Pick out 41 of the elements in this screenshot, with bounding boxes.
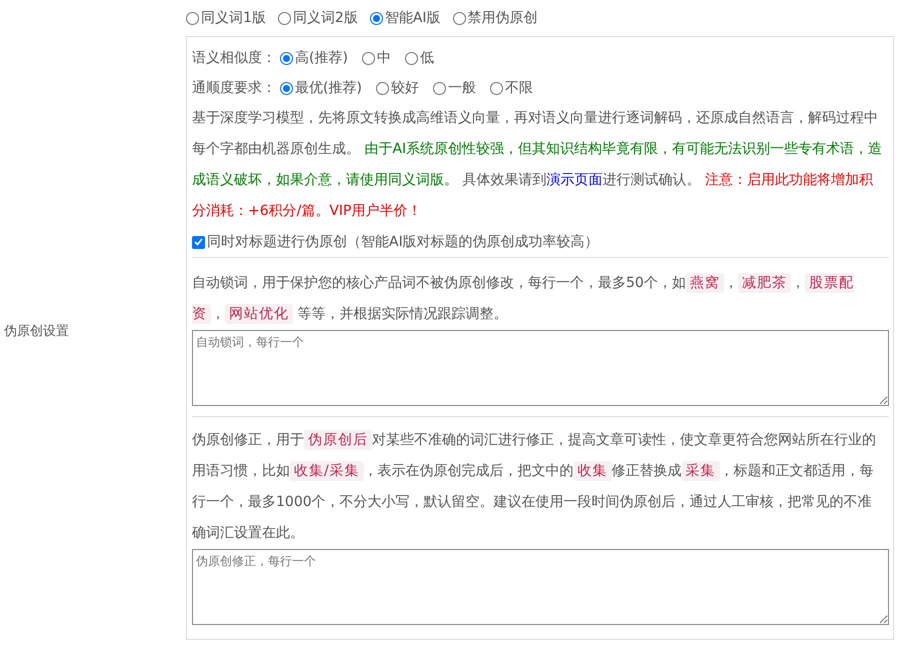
keyword-tag: 伪原创后 [304, 430, 372, 450]
radio-button[interactable] [370, 12, 383, 24]
keyword-tag: 采集 [682, 461, 720, 481]
radio-option[interactable]: 中 [362, 49, 391, 67]
radio-button[interactable] [280, 82, 293, 94]
keyword-tag: 收集/采集 [290, 461, 364, 481]
check-icon [194, 238, 203, 246]
radio-option[interactable]: 高(推荐) [280, 49, 348, 67]
correction-description: 伪原创修正，用于 伪原创后 对某些不准确的词汇进行修正，提高文章可读性，使文章更符合您网站所在行业的用语习惯，比如 收集/采集 ，表示在伪原创完成后，把文中的 收集 修正替换成 采集 ，标题和正文都适用，每行一个，最多1000个，不分大小写，默认留空。建议在使用一段时间伪原创后，通过人工审核，把常见的不准确词汇设置在此。 [192, 429, 877, 543]
radio-button[interactable] [278, 12, 291, 24]
radio-option[interactable]: 低 [404, 49, 434, 67]
radio-option[interactable]: 禁用伪原创 [452, 9, 538, 27]
lock-words-description: 自动锁词，用于保护您的核心产品词不被伪原创修改，每行一个，最多50个，如 燕窝 ， 减肥茶 ， 股票配资 ， 网站优化 等等，并根据实际情况跟踪调整。 [192, 272, 855, 326]
radio-option[interactable]: 智能AI版 [370, 9, 441, 27]
radio-option[interactable]: 同义词2版 [278, 9, 358, 27]
keyword-tag: 网站优化 [225, 304, 293, 324]
ai-description: 基于深度学习模型，先将原文转换成高维语义向量，再对语义向量进行逐词解码，还原成自然语言，解码过程中每个字都由机器原创生成。 由于AI系统原创性较强，但其知识结构毕竟有限，有可能无法识别一些专有术语，造成语义破坏，如果介意，请使用同义词版。 具体效果请到演示页面进行测试确认。 注意：启用此功能将增加积分消耗：+6积分/篇。VIP用户半价！ [192, 109, 884, 221]
radio-button[interactable] [432, 82, 446, 94]
keyword-tag: 减肥茶 [738, 273, 791, 293]
radio-option[interactable]: 最优(推荐) [280, 79, 362, 97]
correction-field[interactable]: 伪原创修正，每行一个 [192, 549, 889, 625]
setting-label: 语义相似度： [192, 49, 276, 67]
keyword-tag: 燕窝 [686, 273, 724, 293]
section-label: 伪原创设置 [3, 323, 69, 340]
radio-button[interactable] [362, 52, 375, 64]
radio-button[interactable] [186, 12, 199, 24]
radio-button[interactable] [280, 52, 293, 64]
checkbox[interactable] [192, 236, 205, 248]
radio-button[interactable] [376, 82, 389, 94]
radio-option[interactable]: 一般 [432, 79, 476, 97]
radio-button[interactable] [452, 12, 466, 24]
keyword-tag: 收集 [574, 461, 612, 481]
radio-button[interactable] [490, 82, 503, 94]
radio-button[interactable] [404, 52, 418, 64]
demo-page-link[interactable]: 演示页面 [546, 172, 602, 188]
radio-option[interactable]: 较好 [376, 79, 419, 97]
title-checkbox[interactable]: 同时对标题进行伪原创（智能AI版对标题的伪原创成功率较高） [192, 233, 599, 251]
radio-option[interactable]: 同义词1版 [186, 9, 266, 27]
setting-label: 通顺度要求： [192, 79, 276, 97]
lock-words-field[interactable]: 自动锁词，每行一个 [192, 330, 889, 406]
radio-option[interactable]: 不限 [490, 79, 533, 97]
